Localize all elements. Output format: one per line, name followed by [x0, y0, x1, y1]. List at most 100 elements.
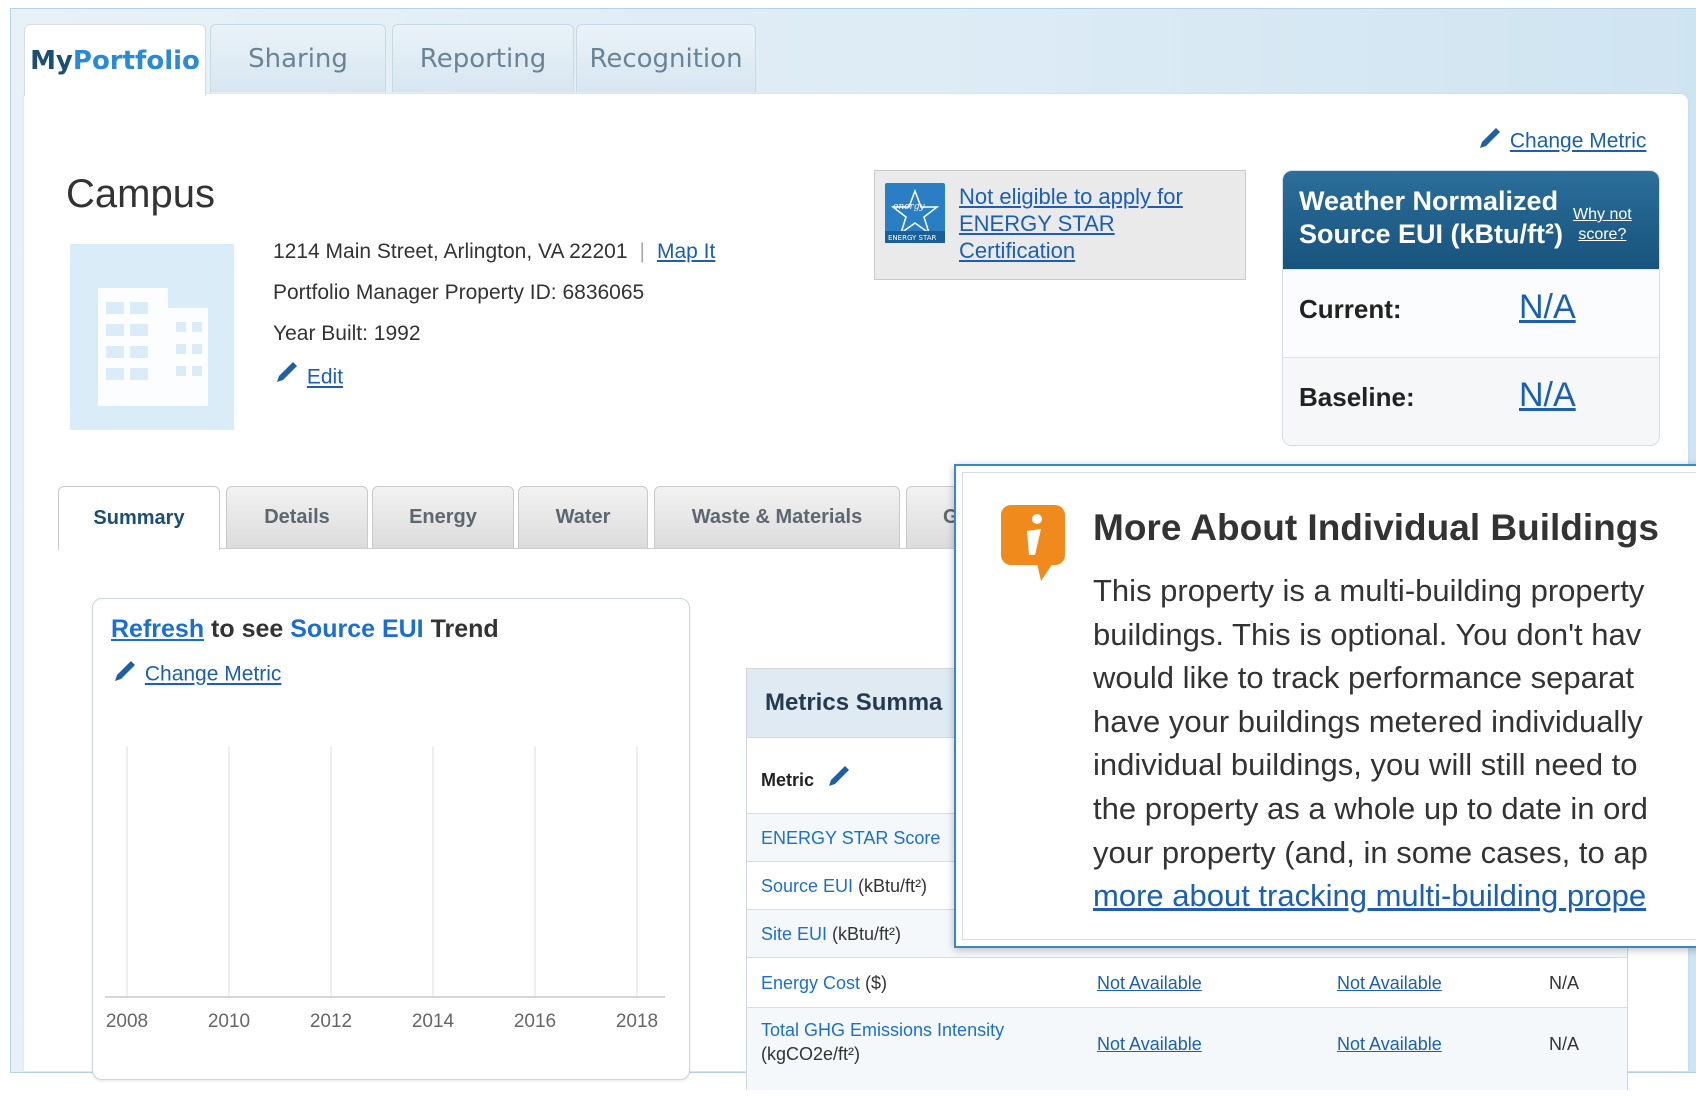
- energy-star-logo: energy ENERGY STAR: [885, 183, 945, 243]
- energy-star-line1[interactable]: Not eligible to apply for: [959, 184, 1183, 209]
- subtab-details[interactable]: Details: [226, 486, 368, 548]
- score-baseline-value[interactable]: N/A: [1519, 376, 1576, 415]
- address-separator: |: [639, 240, 645, 263]
- x-tick-label: 2016: [514, 1011, 556, 1032]
- x-tick-label: 2010: [208, 1011, 250, 1032]
- subtab-summary[interactable]: Summary: [58, 486, 220, 550]
- metric-unit: (kBtu/ft²): [827, 924, 902, 944]
- tab-reporting-label: Reporting: [419, 43, 547, 74]
- popup-line: This property is a multi-building proper…: [1093, 573, 1645, 608]
- tab-sharing-label: Sharing: [248, 43, 348, 74]
- popup-text: This property is a multi-building proper…: [1093, 569, 1696, 918]
- metric-name[interactable]: ENERGY STAR Score: [761, 828, 940, 849]
- score-card-title-line2: Source EUI (kBtu/ft²): [1299, 219, 1564, 249]
- score-card-title-line1: Weather Normalized: [1299, 186, 1559, 216]
- metric-name[interactable]: Total GHG Emissions Intensity: [761, 1020, 1004, 1041]
- score-row-baseline: Baseline: N/A: [1283, 357, 1659, 445]
- metric-name-line: Site EUI (kBtu/ft²): [761, 924, 901, 945]
- refresh-link[interactable]: Refresh: [111, 615, 204, 643]
- edit-link[interactable]: Edit: [307, 366, 343, 389]
- trend-chart-title: Refresh to see Source EUI Trend: [111, 615, 499, 644]
- metric-value-link[interactable]: Not Available: [1097, 1034, 1202, 1055]
- popup-title: More About Individual Buildings: [1093, 507, 1659, 548]
- building-icon: [98, 288, 208, 406]
- why-not-line2: score?: [1578, 226, 1627, 243]
- tab-myportfolio[interactable]: My Portfolio: [24, 24, 206, 96]
- popup-learn-more-link[interactable]: more about tracking multi-building prope: [1093, 874, 1696, 918]
- metric-unit: ($): [860, 973, 888, 993]
- metric-name[interactable]: Source EUI: [761, 876, 853, 896]
- energy-star-line2[interactable]: ENERGY STAR: [959, 211, 1115, 236]
- metric-value-link[interactable]: Not Available: [1337, 973, 1442, 994]
- tab-myportfolio-prefix: My: [30, 45, 73, 76]
- metric-name-line: Source EUI (kBtu/ft²): [761, 876, 927, 897]
- energy-star-line3[interactable]: Certification: [959, 238, 1075, 263]
- subtab-energy-label: Energy: [409, 506, 477, 528]
- info-icon: [1001, 505, 1065, 581]
- popup-line: the property as a whole up to date in or…: [1093, 790, 1648, 826]
- popup-line: individual buildings, you will still nee…: [1093, 747, 1638, 783]
- energy-star-eligibility: energy ENERGY STAR Not eligible to apply…: [874, 170, 1246, 280]
- popup-line: have your buildings metered individually: [1093, 703, 1643, 739]
- change-metric-top[interactable]: Change Metric: [1476, 128, 1646, 156]
- info-popup: More About Individual Buildings This pro…: [954, 464, 1696, 948]
- tab-sharing[interactable]: Sharing: [210, 24, 386, 92]
- popup-line: your property (and, in some cases, to ap: [1093, 834, 1648, 870]
- x-tick-label: 2018: [616, 1011, 658, 1032]
- chart-change-metric-link[interactable]: Change Metric: [145, 663, 282, 686]
- chart-change-metric[interactable]: Change Metric: [111, 661, 281, 689]
- energy-star-logo-label: ENERGY STAR: [888, 234, 936, 242]
- change-metric-link[interactable]: Change Metric: [1510, 130, 1647, 153]
- property-address: 1214 Main Street, Arlington, VA 22201: [273, 240, 628, 263]
- score-current-value[interactable]: N/A: [1519, 288, 1576, 327]
- tab-reporting[interactable]: Reporting: [392, 24, 574, 92]
- x-tick-label: 2012: [310, 1011, 352, 1032]
- metrics-summary-title: Metrics Summa: [765, 689, 943, 716]
- metric-name-line: Energy Cost ($): [761, 973, 887, 994]
- trend-title-middle: to see: [204, 615, 291, 643]
- score-card: Weather Normalized Source EUI (kBtu/ft²)…: [1282, 170, 1660, 446]
- subtab-waste[interactable]: Waste & Materials: [654, 486, 900, 548]
- score-baseline-label: Baseline:: [1299, 382, 1415, 412]
- trend-chart-card: Refresh to see Source EUI Trend Change M…: [92, 598, 690, 1080]
- pencil-icon: [277, 362, 297, 382]
- pencil-icon[interactable]: [825, 762, 853, 790]
- trend-chart: 2008 2010 2012 2014 2016 2018: [105, 747, 665, 1032]
- score-card-header: Weather Normalized Source EUI (kBtu/ft²)…: [1283, 171, 1659, 269]
- energy-star-icon: energy ENERGY STAR: [885, 188, 945, 243]
- score-current-label: Current:: [1299, 294, 1402, 324]
- trend-title-metric: Source EUI: [290, 615, 424, 643]
- property-id: Portfolio Manager Property ID: 6836065: [273, 281, 645, 304]
- subtab-water[interactable]: Water: [518, 486, 648, 548]
- metric-change: N/A: [1549, 973, 1580, 993]
- x-tick-label: 2008: [106, 1011, 148, 1032]
- building-image: [70, 244, 234, 430]
- metric-name[interactable]: Site EUI: [761, 924, 827, 944]
- energy-star-logo-text: energy: [893, 202, 926, 212]
- tab-recognition-label: Recognition: [589, 43, 743, 74]
- table-row: Total GHG Emissions Intensity (kgCO2e/ft…: [747, 1007, 1627, 1090]
- energy-star-link[interactable]: Not eligible to apply for ENERGY STAR Ce…: [959, 183, 1229, 264]
- why-not-score-link[interactable]: Why not score?: [1573, 205, 1632, 245]
- edit-property[interactable]: Edit: [273, 362, 343, 392]
- map-it-link[interactable]: Map It: [657, 240, 715, 263]
- score-card-title: Weather Normalized Source EUI (kBtu/ft²): [1299, 185, 1563, 251]
- year-built: Year Built: 1992: [273, 322, 421, 345]
- popup-line: would like to track performance separat: [1093, 660, 1635, 696]
- tab-recognition[interactable]: Recognition: [576, 24, 756, 92]
- metric-column-header: Metric: [761, 770, 815, 790]
- popup-line: buildings. This is optional. You don't h…: [1093, 616, 1642, 652]
- metric-value-link[interactable]: Not Available: [1337, 1034, 1442, 1055]
- subtab-energy[interactable]: Energy: [372, 486, 514, 548]
- pencil-icon: [115, 661, 135, 681]
- pencil-icon: [1480, 128, 1500, 148]
- metric-value-link[interactable]: Not Available: [1097, 973, 1202, 994]
- subtab-waste-label: Waste & Materials: [691, 506, 863, 528]
- metric-name[interactable]: Energy Cost: [761, 973, 860, 993]
- why-not-line1: Why not: [1573, 206, 1632, 223]
- metric-unit: (kBtu/ft²): [853, 876, 928, 896]
- info-popup-body: More About Individual Buildings This pro…: [962, 472, 1696, 940]
- tab-myportfolio-label: Portfolio: [72, 45, 200, 76]
- metric-unit: (kgCO2e/ft²): [761, 1044, 861, 1064]
- property-address-line: 1214 Main Street, Arlington, VA 22201 | Ma…: [273, 240, 715, 264]
